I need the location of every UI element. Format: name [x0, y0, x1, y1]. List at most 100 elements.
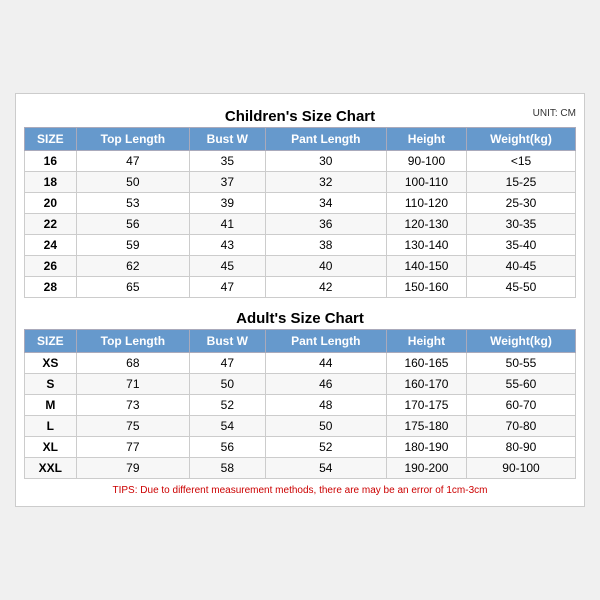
adult-col-pant-length: Pant Length [265, 330, 386, 353]
table-cell: 60-70 [466, 395, 575, 416]
table-cell: 52 [190, 395, 266, 416]
adult-col-height: Height [386, 330, 466, 353]
children-size-table: SIZE Top Length Bust W Pant Length Heigh… [24, 127, 576, 298]
table-cell: 20 [25, 193, 77, 214]
table-cell: 35-40 [466, 235, 575, 256]
table-cell: 40 [265, 256, 386, 277]
table-cell: 54 [265, 458, 386, 479]
adult-col-size: SIZE [25, 330, 77, 353]
table-row: XL775652180-19080-90 [25, 437, 576, 458]
table-cell: 36 [265, 214, 386, 235]
children-col-bust-w: Bust W [190, 128, 266, 151]
table-cell: 37 [190, 172, 266, 193]
children-title-text: Children's Size Chart [225, 108, 375, 125]
children-col-height: Height [386, 128, 466, 151]
table-cell: 30 [265, 151, 386, 172]
table-row: 24594338130-14035-40 [25, 235, 576, 256]
table-cell: 52 [265, 437, 386, 458]
children-col-top-length: Top Length [76, 128, 189, 151]
table-cell: <15 [466, 151, 575, 172]
table-cell: 59 [76, 235, 189, 256]
size-chart-container: Children's Size Chart UNIT: CM SIZE Top … [15, 93, 585, 507]
table-cell: 70-80 [466, 416, 575, 437]
table-cell: 28 [25, 277, 77, 298]
table-cell: 58 [190, 458, 266, 479]
table-cell: 68 [76, 353, 189, 374]
table-cell: 160-170 [386, 374, 466, 395]
table-row: 26624540140-15040-45 [25, 256, 576, 277]
table-cell: 180-190 [386, 437, 466, 458]
table-cell: 47 [76, 151, 189, 172]
table-cell: 39 [190, 193, 266, 214]
table-cell: 90-100 [386, 151, 466, 172]
table-cell: 140-150 [386, 256, 466, 277]
table-row: S715046160-17055-60 [25, 374, 576, 395]
table-cell: 77 [76, 437, 189, 458]
adult-title-text: Adult's Size Chart [236, 310, 364, 327]
table-cell: 44 [265, 353, 386, 374]
table-cell: 71 [76, 374, 189, 395]
table-cell: 120-130 [386, 214, 466, 235]
table-cell: 56 [76, 214, 189, 235]
table-cell: 38 [265, 235, 386, 256]
table-cell: 79 [76, 458, 189, 479]
table-cell: 46 [265, 374, 386, 395]
table-cell: 75 [76, 416, 189, 437]
table-cell: 22 [25, 214, 77, 235]
adult-col-bust-w: Bust W [190, 330, 266, 353]
table-row: XS684744160-16550-55 [25, 353, 576, 374]
table-cell: 100-110 [386, 172, 466, 193]
table-cell: 40-45 [466, 256, 575, 277]
adult-size-table: SIZE Top Length Bust W Pant Length Heigh… [24, 329, 576, 479]
table-cell: 32 [265, 172, 386, 193]
table-cell: 50 [265, 416, 386, 437]
table-cell: 56 [190, 437, 266, 458]
table-cell: 50-55 [466, 353, 575, 374]
table-cell: XXL [25, 458, 77, 479]
table-row: 18503732100-11015-25 [25, 172, 576, 193]
table-cell: 26 [25, 256, 77, 277]
table-cell: 190-200 [386, 458, 466, 479]
table-row: L755450175-18070-80 [25, 416, 576, 437]
adult-col-top-length: Top Length [76, 330, 189, 353]
adult-chart-title: Adult's Size Chart [24, 304, 576, 329]
children-chart-title: Children's Size Chart UNIT: CM [24, 102, 576, 127]
table-cell: 35 [190, 151, 266, 172]
table-cell: 62 [76, 256, 189, 277]
table-cell: 53 [76, 193, 189, 214]
table-cell: 18 [25, 172, 77, 193]
table-cell: 48 [265, 395, 386, 416]
table-cell: XS [25, 353, 77, 374]
table-cell: XL [25, 437, 77, 458]
table-cell: 150-160 [386, 277, 466, 298]
table-row: 22564136120-13030-35 [25, 214, 576, 235]
table-cell: L [25, 416, 77, 437]
table-cell: 42 [265, 277, 386, 298]
table-cell: 130-140 [386, 235, 466, 256]
table-cell: 30-35 [466, 214, 575, 235]
table-cell: 160-165 [386, 353, 466, 374]
table-cell: M [25, 395, 77, 416]
table-cell: 47 [190, 277, 266, 298]
adult-col-weight: Weight(kg) [466, 330, 575, 353]
table-cell: 55-60 [466, 374, 575, 395]
table-cell: 175-180 [386, 416, 466, 437]
table-cell: 65 [76, 277, 189, 298]
table-cell: S [25, 374, 77, 395]
children-col-weight: Weight(kg) [466, 128, 575, 151]
children-col-size: SIZE [25, 128, 77, 151]
table-cell: 90-100 [466, 458, 575, 479]
tips-text: TIPS: Due to different measurement metho… [24, 479, 576, 498]
table-cell: 45 [190, 256, 266, 277]
table-row: M735248170-17560-70 [25, 395, 576, 416]
adult-header-row: SIZE Top Length Bust W Pant Length Heigh… [25, 330, 576, 353]
table-cell: 54 [190, 416, 266, 437]
table-cell: 34 [265, 193, 386, 214]
table-cell: 45-50 [466, 277, 575, 298]
table-cell: 47 [190, 353, 266, 374]
table-cell: 50 [190, 374, 266, 395]
table-cell: 25-30 [466, 193, 575, 214]
table-cell: 110-120 [386, 193, 466, 214]
children-header-row: SIZE Top Length Bust W Pant Length Heigh… [25, 128, 576, 151]
table-row: 20533934110-12025-30 [25, 193, 576, 214]
